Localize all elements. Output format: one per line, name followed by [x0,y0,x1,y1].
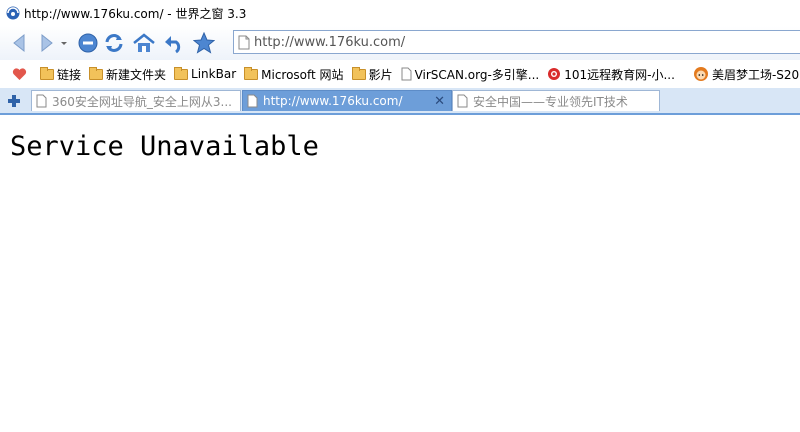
bookmark-label: 链接 [57,67,82,82]
bookmark-label: Microsoft 网站 [261,67,344,82]
tab-360-navigation[interactable]: 360安全网址导航_安全上网从3... [31,90,241,111]
tab-label: 360安全网址导航_安全上网从3... [52,94,232,109]
home-icon [133,33,155,52]
bookmark-folder-links[interactable]: 链接 [40,66,81,83]
navigation-toolbar: http://www.176ku.com/ [0,26,800,60]
chevron-down-icon [61,42,67,45]
favorites-button[interactable] [192,31,216,55]
page-icon [247,94,258,108]
address-bar[interactable]: http://www.176ku.com/ [233,30,800,54]
error-message: Service Unavailable [10,131,319,162]
refresh-button[interactable] [102,31,126,55]
tab-security-china[interactable]: 安全中国——专业领先IT技术 [452,90,660,111]
folder-icon [244,66,259,80]
browser-logo-icon [6,6,20,20]
tab-bar: 360安全网址导航_安全上网从3... http://www.176ku.com… [0,88,800,115]
url-path: / [400,34,406,50]
page-icon [457,94,468,108]
home-button[interactable] [132,31,156,55]
folder-icon [351,66,366,80]
bookmark-label: 美眉梦工场-S20 [711,67,800,82]
bookmark-label: 影片 [368,67,393,82]
tab-176ku[interactable]: http://www.176ku.com/ ✕ [242,90,452,111]
bookmark-virscan[interactable]: VirSCAN.org-多引擎... [401,66,540,83]
undo-close-icon [165,36,181,54]
bookmark-label: 新建文件夹 [106,67,167,82]
bookmark-folder-movies[interactable]: 影片 [351,66,393,83]
favorites-heart-button[interactable] [12,67,30,81]
bookmark-label: 101远程教育网-小... [564,67,675,82]
folder-icon [174,66,189,80]
bookmark-meimei[interactable]: 美眉梦工场-S20 [693,66,799,83]
page-icon [238,35,250,49]
bookmark-folder-new[interactable]: 新建文件夹 [89,66,166,83]
new-tab-button[interactable] [4,91,24,111]
bookmark-folder-microsoft[interactable]: Microsoft 网站 [244,66,344,83]
url-host: http://www.176ku.com [254,34,401,50]
folder-icon [89,66,104,80]
plus-icon [8,95,20,107]
page-icon [401,67,412,81]
bookmark-101-education[interactable]: 101远程教育网-小... [547,66,675,83]
title-bar: http://www.176ku.com/ - 世界之窗 3.3 [0,0,800,26]
stop-icon [78,33,98,53]
address-url: http://www.176ku.com/ [254,35,405,50]
lifebuoy-icon [548,68,561,80]
undo-close-button[interactable] [162,31,186,55]
page-content: Service Unavailable [0,115,800,432]
page-icon [36,94,47,108]
back-button[interactable] [8,31,32,55]
bookmark-label: VirSCAN.org-多引擎... [414,67,540,82]
bookmark-label: LinkBar [191,67,237,81]
window-title: http://www.176ku.com/ - 世界之窗 3.3 [24,6,247,21]
avatar-icon [693,67,708,81]
tab-label: http://www.176ku.com/ [263,94,403,108]
forward-icon [41,33,53,53]
tab-label: 安全中国——专业领先IT技术 [473,94,628,109]
star-icon [193,32,215,54]
bookmarks-bar: 链接 新建文件夹 LinkBar Microsoft 网站 影片 VirSCAN… [0,60,800,88]
bookmark-folder-linkbar[interactable]: LinkBar [174,66,237,81]
history-dropdown-button[interactable] [58,31,70,55]
folder-icon [40,66,54,80]
forward-button[interactable] [34,31,58,55]
heart-icon [12,68,27,80]
close-tab-button[interactable]: ✕ [434,94,445,109]
back-icon [13,33,25,53]
stop-button[interactable] [76,31,100,55]
refresh-icon [105,34,123,52]
